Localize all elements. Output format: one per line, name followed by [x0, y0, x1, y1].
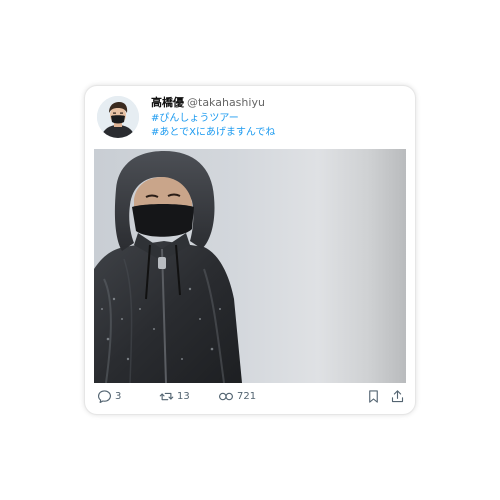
bookmark-icon — [365, 388, 381, 404]
bookmark-button[interactable] — [365, 386, 381, 406]
user-handle[interactable]: @takahashiyu — [187, 96, 265, 109]
post-header: 高橋優 @takahashiyu #ぴんしょうツアー #あとでXにあげますんでね — [85, 86, 415, 148]
post-photo[interactable] — [94, 149, 406, 383]
share-icon — [389, 388, 405, 404]
repost-button[interactable]: 13 — [158, 386, 190, 406]
repost-count: 13 — [177, 390, 190, 402]
repost-icon — [158, 388, 174, 404]
reply-count: 3 — [115, 390, 122, 402]
views-icon — [218, 388, 234, 404]
reply-icon — [96, 388, 112, 404]
share-button[interactable] — [389, 386, 405, 406]
reply-button[interactable]: 3 — [96, 386, 121, 406]
avatar[interactable] — [97, 96, 139, 138]
display-name[interactable]: 高橋優 — [151, 96, 184, 109]
post-actions-bar: 3 13 721 — [85, 384, 415, 408]
views-button[interactable]: 721 — [218, 386, 256, 406]
hashtag-link[interactable]: #あとでXにあげますんでね — [151, 126, 275, 139]
hashtag-link[interactable]: #ぴんしょうツアー — [151, 112, 239, 125]
author-line: 高橋優 @takahashiyu — [151, 96, 265, 110]
post-card[interactable]: 高橋優@takahashiyu #ぴんしょうツアー #あとでXにあげますんでね — [85, 86, 415, 414]
view-count: 721 — [237, 390, 257, 402]
person-in-raincoat-photo — [94, 151, 242, 383]
